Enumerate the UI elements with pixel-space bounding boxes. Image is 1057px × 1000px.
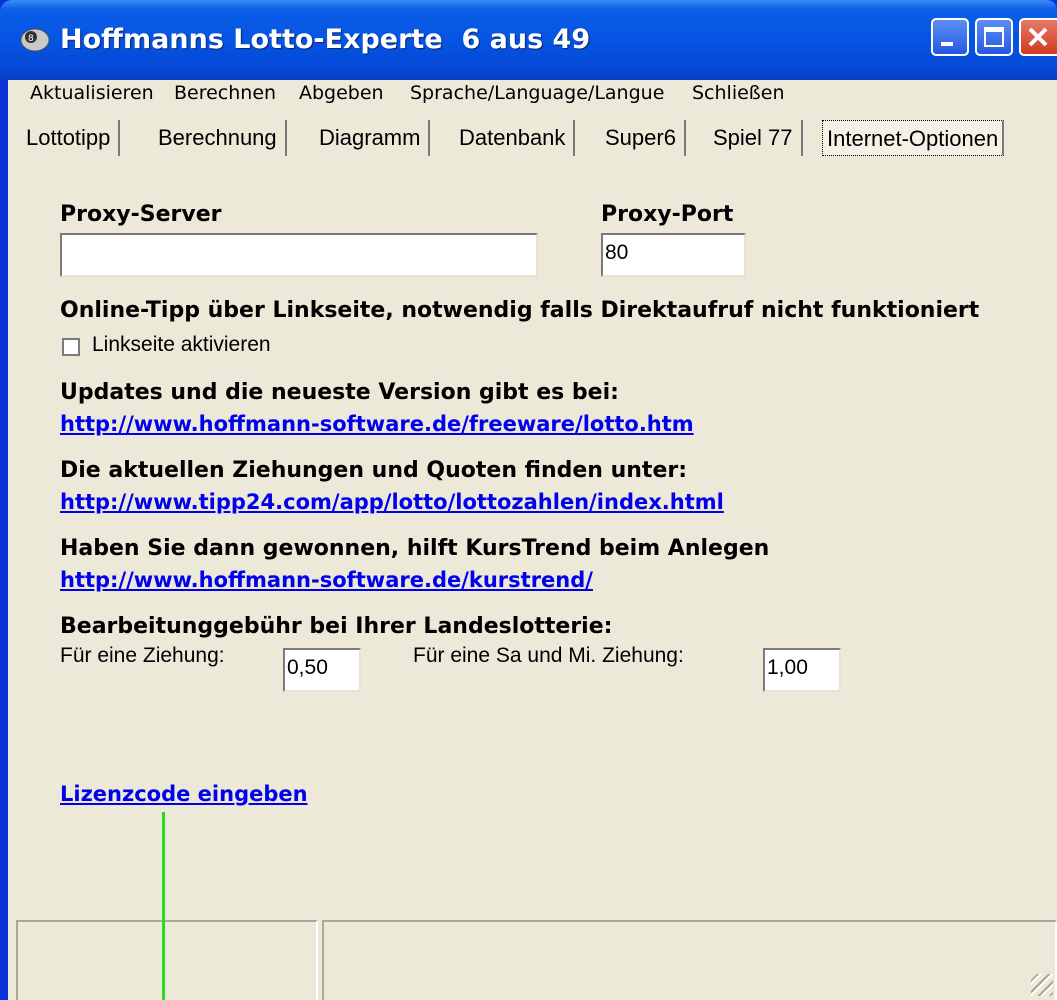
kurstrend-heading: Haben Sie dann gewonnen, hilft KursTrend… — [60, 536, 770, 561]
lotto-ball-icon: 8 — [20, 28, 50, 52]
close-button[interactable] — [1019, 18, 1057, 56]
tab-datenbank[interactable]: Datenbank — [459, 120, 576, 156]
close-icon — [1028, 27, 1048, 47]
linkseite-checkbox[interactable] — [62, 338, 80, 356]
tab-panel-internet-optionen: Proxy-Server Proxy-Port 80 Online-Tipp ü… — [8, 160, 1057, 920]
proxy-port-input[interactable]: 80 — [601, 233, 746, 277]
client-area: Aktualisieren Berechnen Abgeben Sprache/… — [8, 80, 1057, 1000]
license-code-link[interactable]: Lizenzcode eingeben — [60, 782, 308, 806]
minimize-icon — [941, 42, 953, 46]
kurstrend-link[interactable]: http://www.hoffmann-software.de/kurstren… — [60, 568, 593, 592]
title-bar[interactable]: 8 Hoffmanns Lotto-Experte 6 aus 49 — [0, 0, 1057, 80]
window-title: Hoffmanns Lotto-Experte 6 aus 49 — [60, 24, 591, 55]
maximize-button[interactable] — [975, 18, 1013, 56]
annotation-line — [162, 812, 165, 1000]
menu-aktualisieren[interactable]: Aktualisieren — [30, 82, 154, 104]
updates-heading: Updates und die neueste Version gibt es … — [60, 380, 619, 405]
fee-single-label: Für eine Ziehung: — [60, 644, 225, 667]
tab-super6[interactable]: Super6 — [605, 120, 686, 156]
menu-abgeben[interactable]: Abgeben — [299, 82, 384, 104]
menu-schliessen[interactable]: Schließen — [692, 82, 785, 104]
menu-bar: Aktualisieren Berechnen Abgeben Sprache/… — [8, 80, 1057, 116]
minimize-button[interactable] — [931, 18, 969, 56]
app-window: 8 Hoffmanns Lotto-Experte 6 aus 49 Aktua… — [0, 0, 1057, 1000]
fee-double-label: Für eine Sa und Mi. Ziehung: — [413, 644, 684, 667]
fee-double-input[interactable]: 1,00 — [763, 648, 841, 692]
draws-heading: Die aktuellen Ziehungen und Quoten finde… — [60, 458, 688, 483]
proxy-server-label: Proxy-Server — [60, 202, 222, 227]
maximize-icon — [984, 27, 1004, 47]
tab-diagramm[interactable]: Diagramm — [319, 120, 431, 156]
fee-single-input[interactable]: 0,50 — [283, 648, 361, 692]
tab-lottotipp[interactable]: Lottotipp — [26, 120, 121, 156]
proxy-server-input[interactable] — [60, 233, 538, 277]
linkseite-checkbox-label[interactable]: Linkseite aktivieren — [92, 333, 271, 357]
tab-spiel77[interactable]: Spiel 77 — [713, 120, 803, 156]
tab-strip: Lottotipp Berechnung Diagramm Datenbank … — [8, 116, 1057, 158]
menu-berechnen[interactable]: Berechnen — [174, 82, 276, 104]
status-pane-left — [16, 920, 318, 1000]
proxy-port-label: Proxy-Port — [601, 202, 734, 227]
menu-sprache[interactable]: Sprache/Language/Langue — [410, 82, 664, 104]
draws-link[interactable]: http://www.tipp24.com/app/lotto/lottozah… — [60, 490, 724, 514]
resize-grip-icon[interactable] — [1031, 974, 1053, 996]
status-pane-right — [322, 920, 1057, 1000]
fees-heading: Bearbeitunggebühr bei Ihrer Landeslotter… — [60, 614, 613, 639]
tab-internet-optionen[interactable]: Internet-Optionen — [822, 120, 1005, 156]
status-bar — [8, 920, 1057, 1000]
tab-berechnung[interactable]: Berechnung — [158, 120, 287, 156]
svg-text:8: 8 — [28, 34, 34, 44]
online-tipp-heading: Online-Tipp über Linkseite, notwendig fa… — [60, 298, 980, 323]
updates-link[interactable]: http://www.hoffmann-software.de/freeware… — [60, 412, 694, 436]
